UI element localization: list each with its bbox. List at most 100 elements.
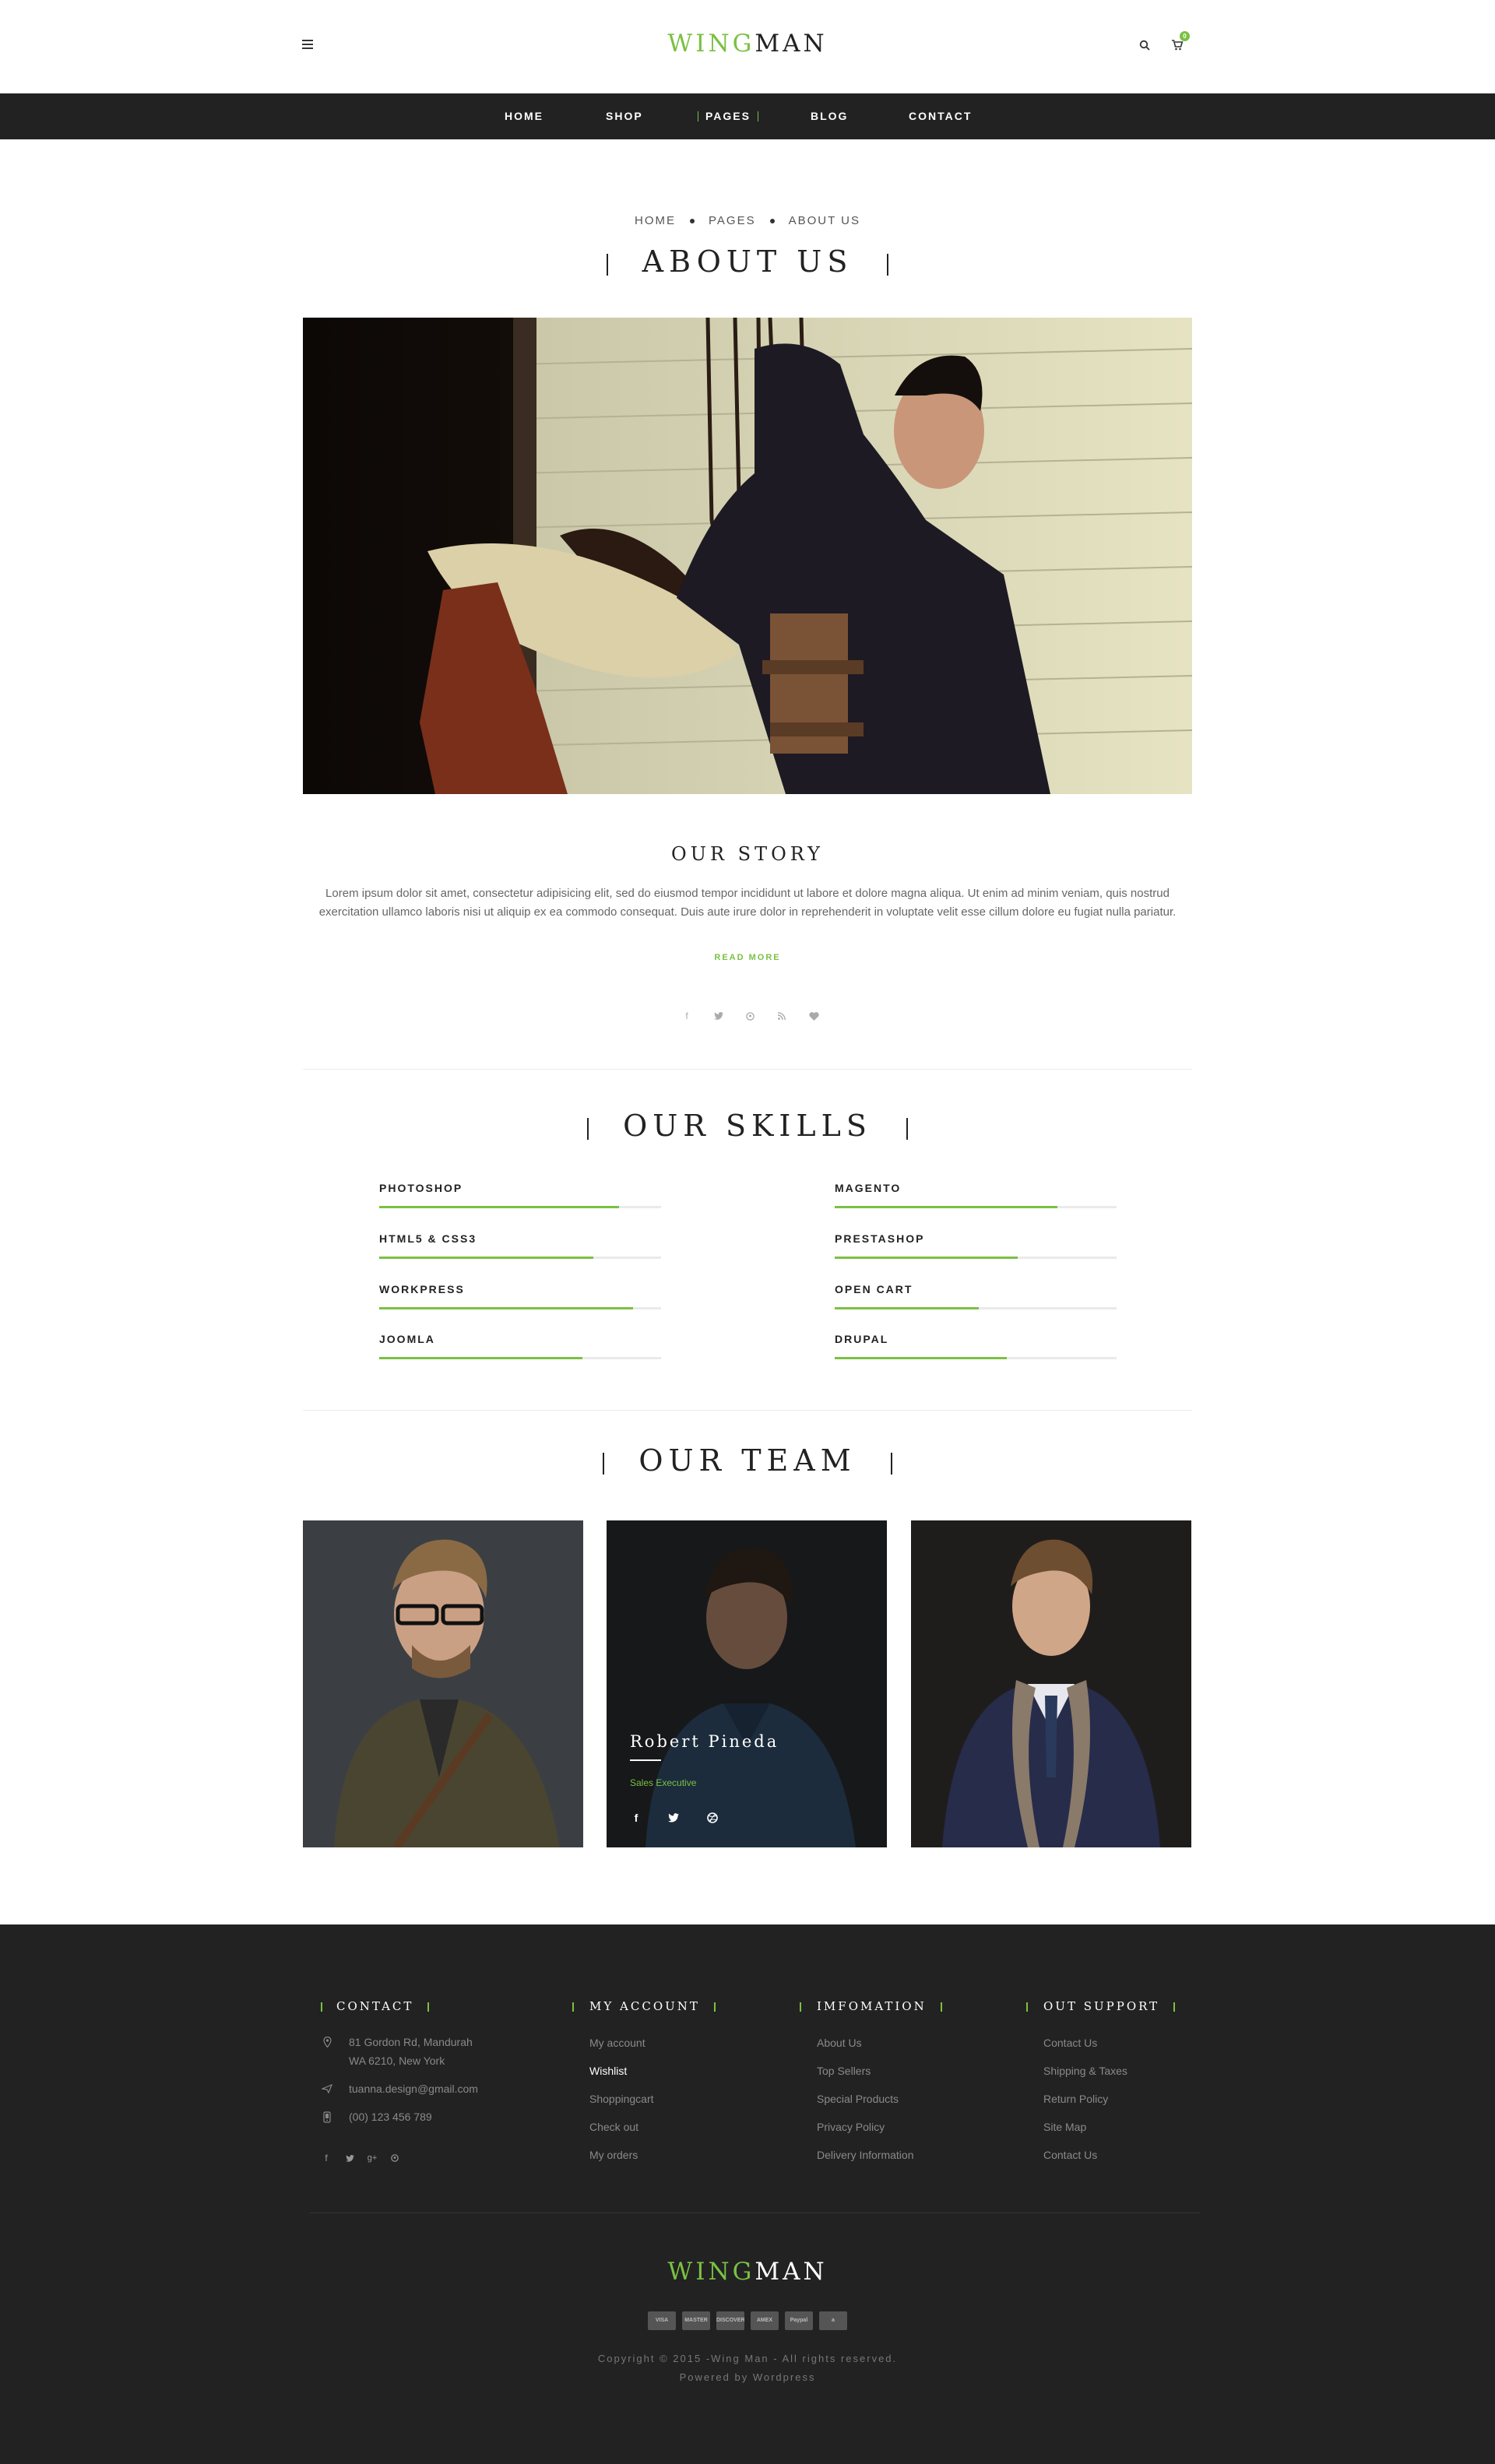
- breadcrumb: HOME PAGES ABOUT US: [0, 214, 1495, 227]
- title-bar-left: [606, 253, 608, 276]
- skill-name: JOOMLA: [379, 1333, 435, 1345]
- twitter-icon[interactable]: [711, 1008, 726, 1024]
- facebook-icon[interactable]: f: [679, 1008, 695, 1024]
- site-footer: CONTACT 81 Gordon Rd, Mandurah WA 6210, …: [0, 1924, 1495, 2464]
- pinterest-icon[interactable]: [742, 1008, 758, 1024]
- nav-item-contact[interactable]: CONTACT: [909, 93, 972, 139]
- main-nav: HOME SHOP PAGES BLOG CONTACT: [0, 93, 1495, 139]
- skill-progress-fill: [835, 1307, 979, 1309]
- rss-icon[interactable]: [774, 1008, 790, 1024]
- payment-method-icon: Paypal: [785, 2311, 813, 2330]
- payment-methods: VISA MASTER CARD DISCOVER AMEX Paypala: [0, 2311, 1495, 2334]
- skills-title-text: OUR SKILLS: [623, 1109, 872, 1143]
- team-member-role: Sales Executive: [630, 1777, 697, 1788]
- google-plus-icon[interactable]: g+: [365, 2151, 379, 2165]
- footer-link[interactable]: Delivery Information: [817, 2148, 979, 2176]
- mobile-phone-icon: [321, 2111, 333, 2123]
- footer-email[interactable]: tuanna.design@gmail.com: [321, 2079, 523, 2098]
- footer-link[interactable]: Wishlist: [589, 2064, 751, 2092]
- twitter-icon[interactable]: [666, 1810, 681, 1826]
- site-logo[interactable]: WINGMAN: [0, 30, 1495, 58]
- team-member-card[interactable]: [911, 1520, 1191, 1847]
- breadcrumb-separator: [690, 219, 695, 224]
- footer-support-column: OUT SUPPORT Contact Us Shipping & Taxes Re…: [1026, 1998, 1205, 2176]
- team-member-photo: [911, 1520, 1191, 1847]
- skill-item: JOOMLA: [379, 1333, 661, 1359]
- skill-progress-track: [379, 1206, 661, 1208]
- cart-icon[interactable]: [1171, 39, 1184, 51]
- nav-item-home[interactable]: HOME: [505, 93, 543, 139]
- footer-link[interactable]: My orders: [589, 2148, 751, 2176]
- skill-progress-track: [835, 1307, 1117, 1309]
- logo-man: MAN: [755, 30, 828, 58]
- facebook-icon[interactable]: f: [628, 1810, 644, 1826]
- team-member-name: Robert Pineda: [630, 1732, 779, 1751]
- skill-progress-track: [835, 1357, 1117, 1359]
- footer-link[interactable]: Site Map: [1043, 2120, 1205, 2148]
- footer-social-icons: f g+: [319, 2151, 413, 2165]
- search-icon[interactable]: [1139, 40, 1150, 51]
- footer-link[interactable]: Return Policy: [1043, 2092, 1205, 2120]
- footer-information-title: IMFOMATION: [800, 1998, 979, 2014]
- map-marker-icon: [321, 2036, 333, 2048]
- footer-information-links: About Us Top Sellers Special Products Priva…: [800, 2036, 979, 2176]
- team-title-text: OUR TEAM: [638, 1443, 857, 1478]
- footer-account-title: MY ACCOUNT: [572, 1998, 751, 2014]
- pinterest-icon[interactable]: [388, 2151, 402, 2165]
- footer-link[interactable]: Special Products: [817, 2092, 979, 2120]
- footer-link[interactable]: Shipping & Taxes: [1043, 2064, 1205, 2092]
- paper-plane-icon: [321, 2083, 333, 2095]
- footer-information-column: IMFOMATION About Us Top Sellers Special Pr…: [800, 1998, 979, 2176]
- page-title-text: ABOUT US: [642, 244, 853, 279]
- team-name-underline: [630, 1759, 661, 1761]
- cart-count-badge: 0: [1180, 31, 1190, 41]
- footer-link[interactable]: Top Sellers: [817, 2064, 979, 2092]
- breadcrumb-pages[interactable]: PAGES: [709, 214, 756, 227]
- footer-link[interactable]: Contact Us: [1043, 2036, 1205, 2064]
- footer-link[interactable]: Shoppingcart: [589, 2092, 751, 2120]
- footer-link[interactable]: About Us: [817, 2036, 979, 2064]
- footer-contact-title: CONTACT: [321, 1998, 523, 2014]
- team-card-overlay: [607, 1520, 887, 1847]
- footer-contact-details: 81 Gordon Rd, Mandurah WA 6210, New York…: [321, 2033, 523, 2126]
- powered-by-text: Powered by Wordpress: [679, 2371, 816, 2383]
- skill-progress-fill: [379, 1307, 633, 1309]
- footer-link[interactable]: Privacy Policy: [817, 2120, 979, 2148]
- footer-link[interactable]: My account: [589, 2036, 751, 2064]
- footer-link[interactable]: Check out: [589, 2120, 751, 2148]
- facebook-icon[interactable]: f: [319, 2151, 333, 2165]
- dribbble-icon[interactable]: [705, 1810, 720, 1826]
- footer-link[interactable]: Contact Us: [1043, 2148, 1205, 2176]
- skill-name: PRESTASHOP: [835, 1232, 925, 1245]
- team-member-card-featured[interactable]: Robert Pineda Sales Executive f: [607, 1520, 887, 1847]
- skill-item: OPEN CART: [835, 1283, 1117, 1309]
- footer-account-column: MY ACCOUNT My account Wishlist Shoppingcar…: [572, 1998, 751, 2176]
- payment-method-icon: a: [819, 2311, 847, 2330]
- title-bar-right: [890, 1452, 892, 1475]
- footer-support-title: OUT SUPPORT: [1026, 1998, 1205, 2014]
- footer-address: 81 Gordon Rd, Mandurah WA 6210, New York: [321, 2033, 523, 2070]
- footer-logo[interactable]: WINGMAN: [0, 2258, 1495, 2286]
- payment-method-icon: VISA: [648, 2311, 676, 2330]
- skills-title: OUR SKILLS: [0, 1109, 1495, 1143]
- nav-item-blog[interactable]: BLOG: [811, 93, 848, 139]
- heart-icon[interactable]: [806, 1008, 821, 1024]
- nav-item-shop[interactable]: SHOP: [606, 93, 643, 139]
- breadcrumb-current: ABOUT US: [788, 214, 860, 227]
- skill-progress-fill: [835, 1257, 1018, 1259]
- site-header: WINGMAN 0: [0, 0, 1495, 93]
- team-member-card[interactable]: [303, 1520, 583, 1847]
- logo-wing: WING: [667, 30, 755, 58]
- twitter-icon[interactable]: [343, 2151, 357, 2165]
- skill-progress-track: [835, 1257, 1117, 1259]
- skill-item: PRESTASHOP: [835, 1232, 1117, 1259]
- nav-item-pages[interactable]: PAGES: [698, 93, 758, 139]
- skill-progress-fill: [379, 1206, 619, 1208]
- story-text: Lorem ipsum dolor sit amet, consectetur …: [318, 887, 1177, 919]
- skill-progress-fill: [379, 1357, 582, 1359]
- read-more-link[interactable]: READ MORE: [0, 953, 1495, 962]
- story-social-icons: f: [670, 1008, 825, 1024]
- skill-progress-track: [379, 1307, 661, 1309]
- breadcrumb-home[interactable]: HOME: [635, 214, 676, 227]
- skill-name: HTML5 & CSS3: [379, 1232, 477, 1245]
